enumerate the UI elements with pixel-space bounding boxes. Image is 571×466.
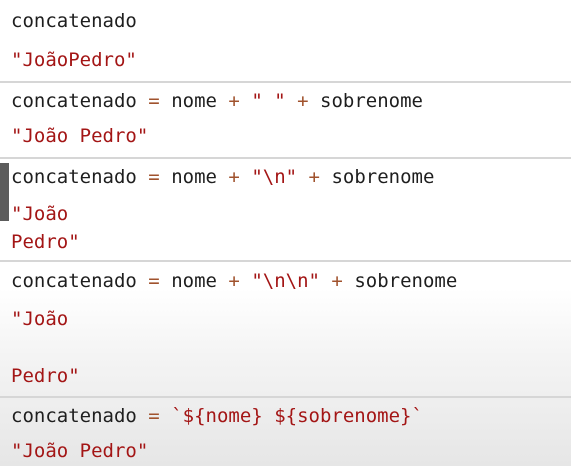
operand-sobrenome: sobrenome — [331, 166, 435, 188]
console-input-line[interactable]: concatenado = nome + " " + sobrenome — [11, 90, 423, 112]
entry-divider — [0, 260, 571, 262]
console-result: "JoãoPedro" — [11, 49, 137, 71]
operand-nome: nome — [171, 90, 217, 112]
console-result-line-2: Pedro" — [11, 231, 80, 253]
variable-name: concatenado — [11, 405, 137, 427]
console-result-line-1: "João — [11, 203, 69, 225]
interpolation-sobrenome: ${sobrenome} — [274, 405, 412, 427]
plus-operator: + — [297, 90, 309, 112]
assign-operator: = — [148, 90, 160, 112]
plus-operator: + — [228, 270, 240, 292]
console-result-line-2: Pedro" — [11, 365, 80, 387]
operand-nome: nome — [171, 166, 217, 188]
entry-divider — [0, 396, 571, 398]
plus-operator: + — [228, 166, 240, 188]
template-literal: `${nome} ${sobrenome}` — [171, 405, 423, 427]
plus-operator: + — [228, 90, 240, 112]
backtick-open: ` — [171, 405, 183, 427]
active-entry-marker — [0, 163, 9, 221]
string-literal: " " — [251, 90, 286, 112]
console-input-line[interactable]: concatenado — [11, 10, 137, 32]
backtick-close: ` — [411, 405, 423, 427]
entry-divider — [0, 81, 571, 83]
plus-operator: + — [331, 270, 343, 292]
assign-operator: = — [148, 405, 160, 427]
console-result-line-1: "João — [11, 308, 69, 330]
console-result: "João Pedro" — [11, 125, 149, 147]
template-space — [263, 405, 274, 427]
entry-divider — [0, 157, 571, 159]
variable-name: concatenado — [11, 10, 137, 32]
console-output-panel: concatenado "JoãoPedro" concatenado = no… — [0, 0, 571, 466]
console-input-line[interactable]: concatenado = nome + "\n\n" + sobrenome — [11, 270, 457, 292]
string-literal: "\n" — [251, 166, 298, 188]
operand-sobrenome: sobrenome — [354, 270, 458, 292]
interpolation-nome: ${nome} — [182, 405, 263, 427]
console-result: "João Pedro" — [11, 440, 149, 462]
variable-name: concatenado — [11, 270, 137, 292]
console-input-line[interactable]: concatenado = `${nome} ${sobrenome}` — [11, 405, 423, 427]
variable-name: concatenado — [11, 166, 137, 188]
assign-operator: = — [148, 166, 160, 188]
operand-nome: nome — [171, 270, 217, 292]
assign-operator: = — [148, 270, 160, 292]
string-literal: "\n\n" — [251, 270, 320, 292]
console-input-line[interactable]: concatenado = nome + "\n" + sobrenome — [11, 166, 434, 188]
variable-name: concatenado — [11, 90, 137, 112]
operand-sobrenome: sobrenome — [320, 90, 423, 112]
plus-operator: + — [308, 166, 320, 188]
